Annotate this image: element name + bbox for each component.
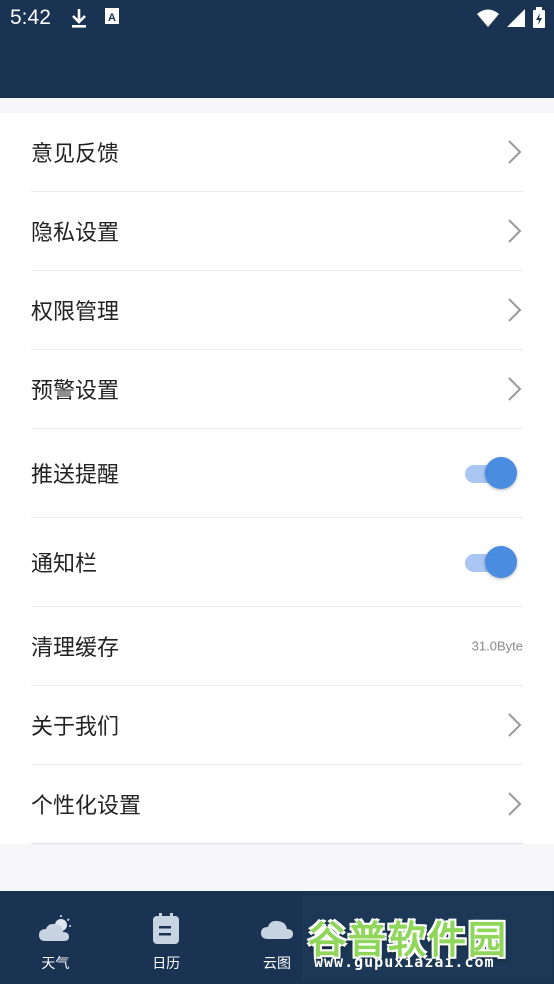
settings-item-alerts[interactable]: 预警设置 [31, 350, 523, 429]
chevron-right-icon [508, 377, 522, 401]
download-icon [72, 9, 86, 28]
signal-icon [507, 9, 525, 27]
cloud-icon [260, 920, 293, 939]
battery-icon [533, 7, 545, 28]
header-bar: 5:42 A [0, 0, 554, 98]
cache-size-value: 31.0Byte [471, 638, 523, 654]
text-a-icon: A [105, 8, 119, 24]
toggle-knob [485, 546, 517, 578]
settings-item-label: 关于我们 [31, 715, 120, 740]
notification-bar-toggle[interactable] [463, 545, 517, 579]
settings-item-label: 个性化设置 [31, 794, 142, 819]
settings-item-feedback[interactable]: 意见反馈 [31, 113, 523, 192]
chevron-right-icon [508, 792, 522, 816]
settings-item-label: 清理缓存 [31, 636, 120, 661]
watermark-url: www.gupuxiazai.com [314, 953, 495, 971]
chevron-right-icon [508, 140, 522, 164]
settings-item-label: 权限管理 [31, 300, 120, 325]
settings-item-privacy[interactable]: 隐私设置 [31, 192, 523, 271]
svg-text:A: A [108, 12, 116, 24]
status-time: 5:42 [10, 6, 51, 29]
settings-item-about[interactable]: 关于我们 [31, 686, 523, 765]
watermark: 谷普软件园 www.gupuxiazai.com [302, 895, 552, 981]
settings-item-permissions[interactable]: 权限管理 [31, 271, 523, 350]
settings-item-notification-bar: 通知栏 [31, 518, 523, 607]
nav-label: 日历 [152, 956, 181, 972]
push-toggle[interactable] [463, 456, 517, 490]
settings-item-label: 隐私设置 [31, 221, 120, 246]
settings-list: 意见反馈 隐私设置 权限管理 预警设置 推送提醒 通知栏 清理缓存 31.0By… [0, 113, 554, 844]
wifi-icon [477, 9, 499, 27]
settings-item-label: 通知栏 [31, 552, 98, 577]
chevron-right-icon [508, 219, 522, 243]
chevron-right-icon [508, 298, 522, 322]
settings-item-push: 推送提醒 [31, 429, 523, 518]
chevron-right-icon [508, 713, 522, 737]
settings-item-label: 意见反馈 [31, 142, 120, 167]
settings-item-clear-cache[interactable]: 清理缓存 31.0Byte [31, 607, 523, 686]
nav-item-calendar[interactable]: 日历 [111, 891, 222, 984]
weather-icon [39, 915, 72, 941]
settings-item-personalization[interactable]: 个性化设置 [31, 765, 523, 844]
calendar-icon [153, 913, 180, 944]
nav-label: 天气 [41, 956, 70, 972]
toggle-knob [485, 457, 517, 489]
nav-item-weather[interactable]: 天气 [0, 891, 111, 984]
settings-item-label: 推送提醒 [31, 463, 120, 488]
settings-item-label: 预警设置 [31, 379, 120, 404]
